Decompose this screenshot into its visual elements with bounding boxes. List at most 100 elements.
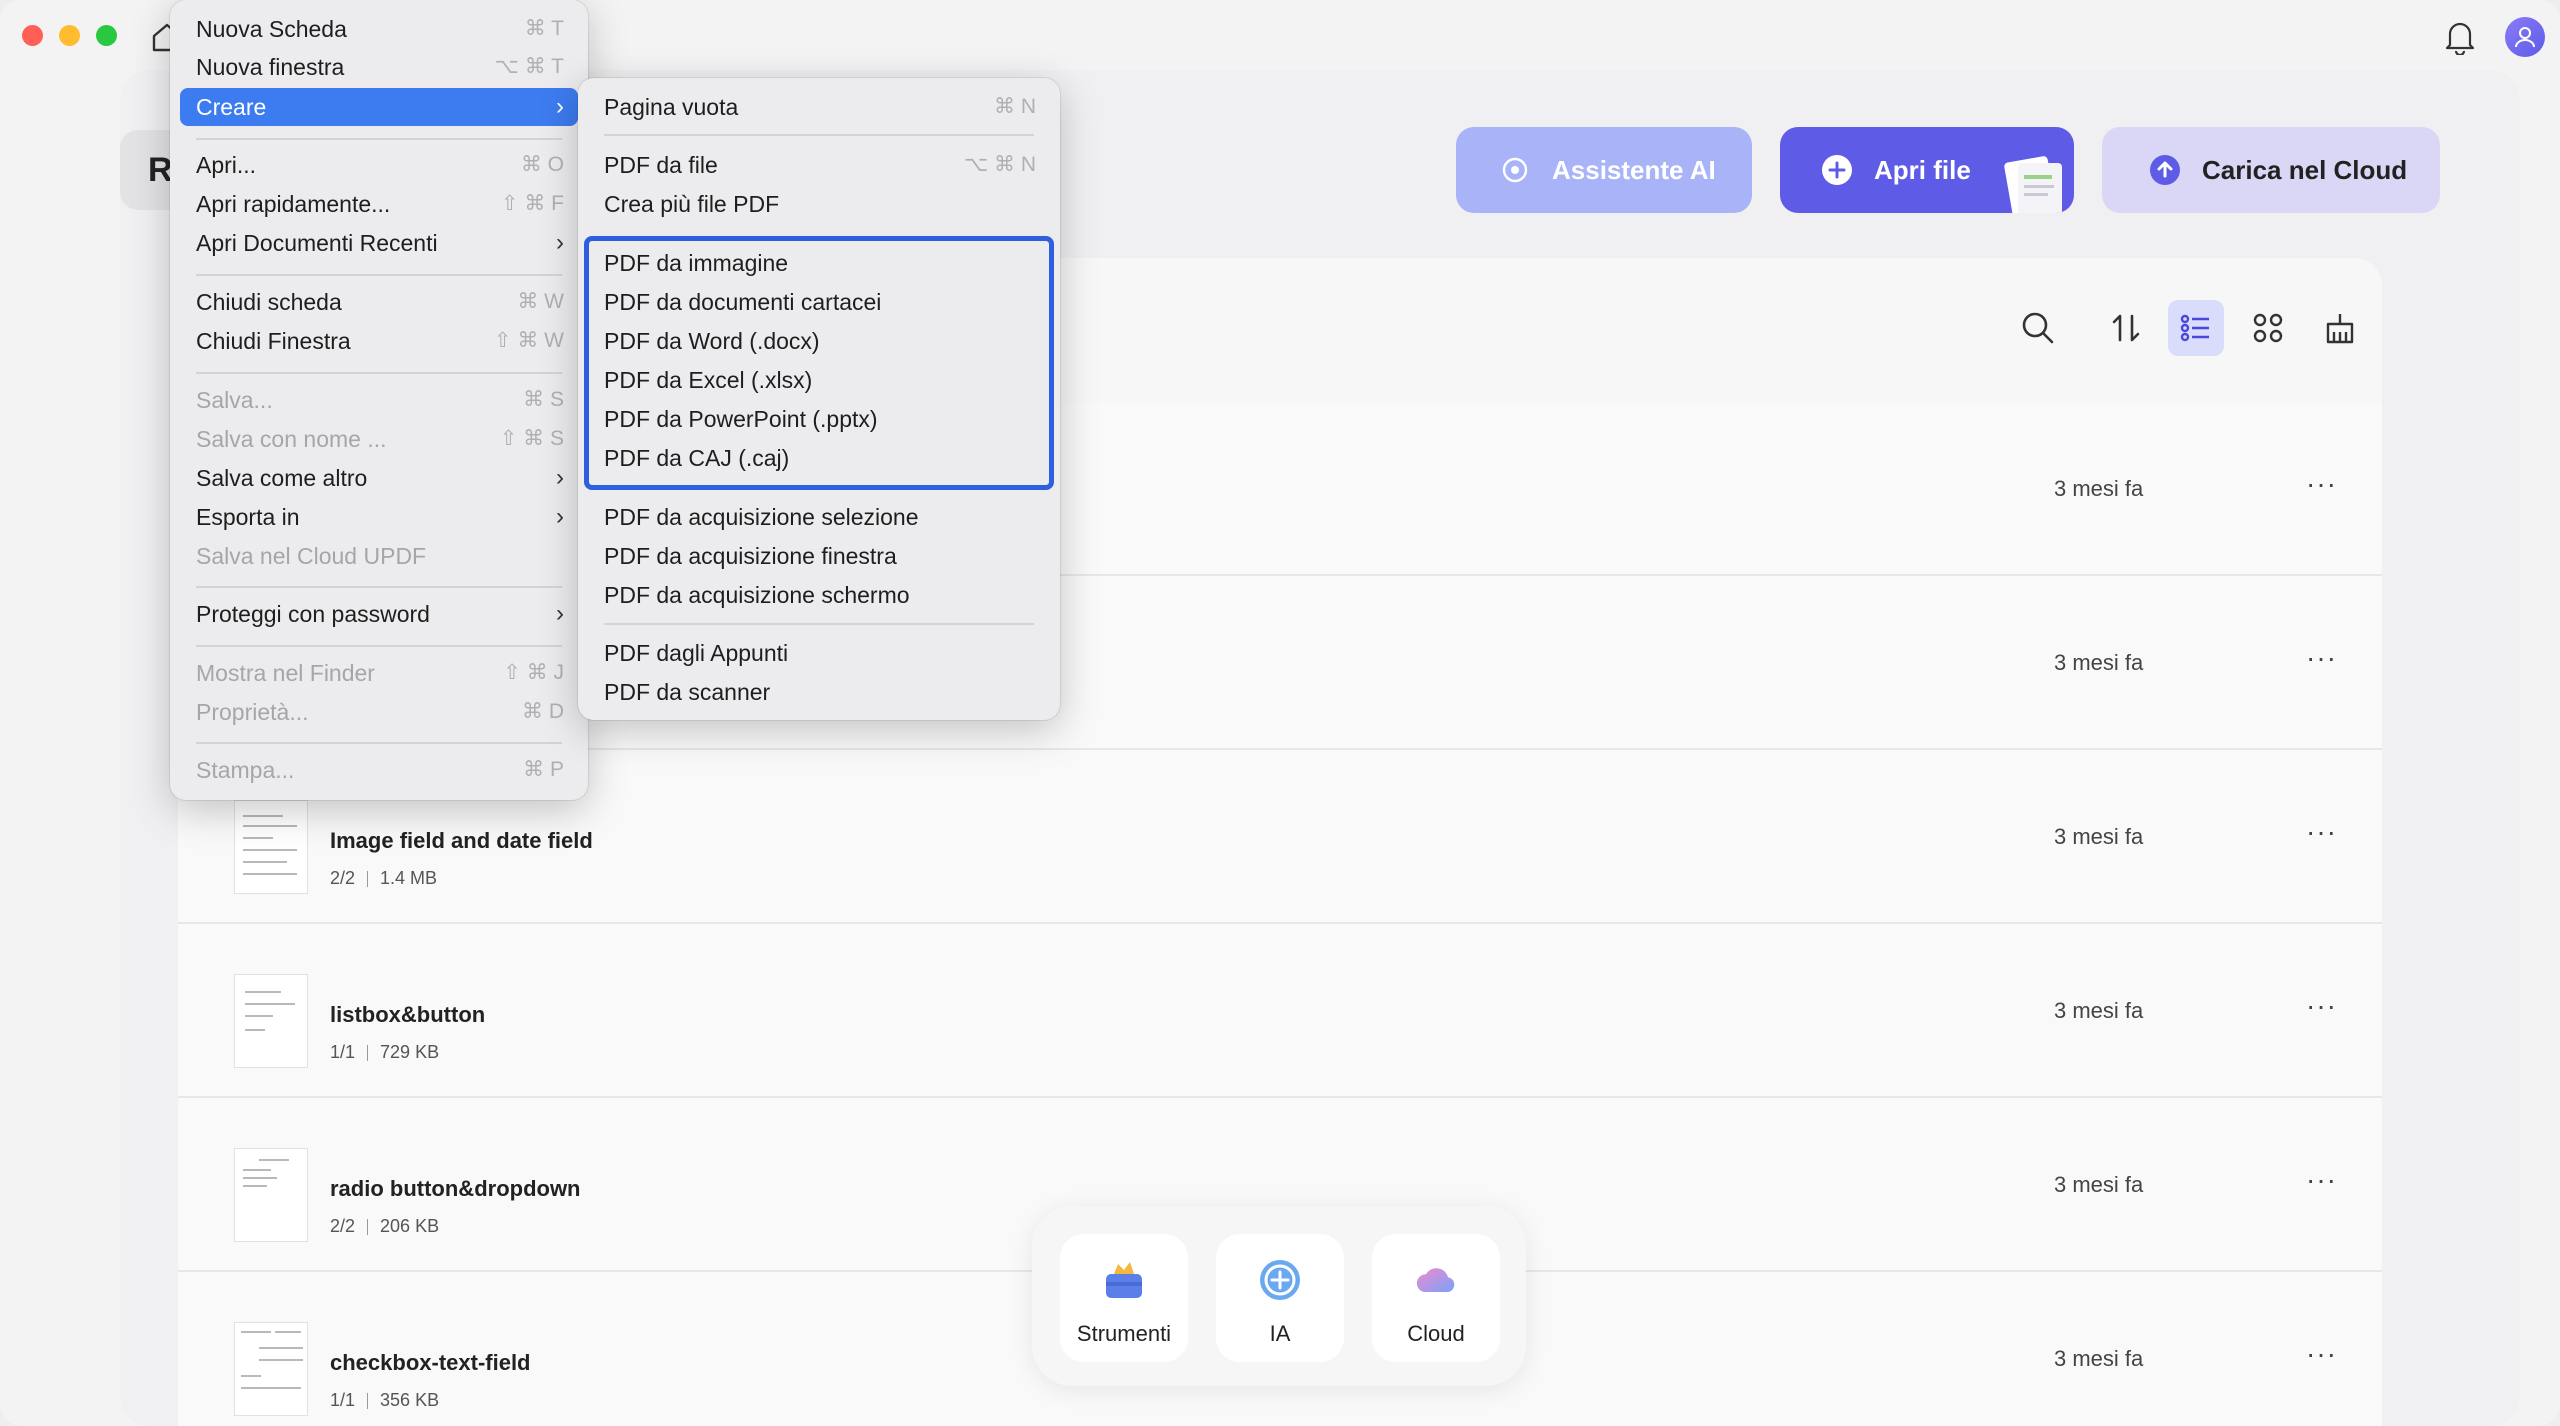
menu-separator (196, 274, 562, 276)
upload-cloud-label: Carica nel Cloud (2202, 154, 2408, 185)
sort-icon (2112, 314, 2140, 342)
menu-separator (196, 645, 562, 647)
menu-item-pdf-from-image[interactable]: PDF da immagine (588, 244, 1050, 282)
dock-tools-button[interactable]: Strumenti (1060, 1234, 1188, 1362)
menu-item-create-multiple[interactable]: Crea più file PDF (588, 185, 1050, 223)
avatar[interactable] (2505, 17, 2545, 57)
ai-assistant-label: Assistente AI (1552, 154, 1716, 185)
file-menu: Nuova Scheda ⌘ T Nuova finestra ⌥ ⌘ T Crea… (170, 0, 588, 800)
grid-view-button[interactable] (2240, 300, 2296, 356)
upload-cloud-button[interactable]: Carica nel Cloud (2102, 127, 2440, 213)
file-date: 3 mesi fa (2054, 1172, 2144, 1197)
menu-shortcut: ⌘ T (524, 17, 564, 40)
file-name: checkbox-text-field (330, 1350, 531, 1375)
ai-icon (1500, 155, 1530, 185)
minimize-window-button[interactable] (59, 25, 80, 46)
zoom-window-button[interactable] (96, 25, 117, 46)
ai-assistant-button[interactable]: Assistente AI (1456, 127, 1752, 213)
file-date: 3 mesi fa (2054, 824, 2144, 849)
file-pages: 2/2 (330, 1216, 356, 1236)
menu-label: PDF da acquisizione schermo (604, 582, 910, 608)
menu-item-save[interactable]: Salva... ⌘ S (180, 381, 578, 419)
more-options-icon[interactable]: ··· (2306, 642, 2337, 674)
menu-item-new-window[interactable]: Nuova finestra ⌥ ⌘ T (180, 48, 578, 86)
menu-item-quick-open[interactable]: Apri rapidamente... ⇧ ⌘ F (180, 185, 578, 223)
menu-item-open-recent[interactable]: Apri Documenti Recenti › (180, 224, 578, 262)
menu-shortcut: ⌘ S (523, 388, 564, 411)
sort-button[interactable] (2098, 300, 2154, 356)
menu-item-blank-page[interactable]: Pagina vuota ⌘ N (588, 88, 1050, 126)
toolbox-icon (1106, 1262, 1142, 1298)
file-name: radio button&dropdown (330, 1176, 581, 1201)
menu-item-show-finder[interactable]: Mostra nel Finder ⇧ ⌘ J (180, 654, 578, 692)
file-date: 3 mesi fa (2054, 650, 2144, 675)
more-options-icon[interactable]: ··· (2306, 816, 2337, 848)
menu-label: Chiudi scheda (196, 289, 342, 315)
menu-item-capture-window[interactable]: PDF da acquisizione finestra (588, 537, 1050, 575)
menu-item-pdf-from-paper[interactable]: PDF da documenti cartacei (588, 283, 1050, 321)
menu-label: Salva con nome ... (196, 426, 387, 452)
menu-label: Creare (196, 94, 267, 120)
dock-cloud-button[interactable]: Cloud (1372, 1234, 1500, 1362)
file-date: 3 mesi fa (2054, 998, 2144, 1023)
menu-item-properties[interactable]: Proprietà... ⌘ D (180, 693, 578, 731)
menu-shortcut: ⌘ P (523, 758, 564, 781)
grid-view-icon (2253, 313, 2283, 343)
search-button[interactable] (2010, 300, 2066, 356)
dock-ai-button[interactable]: IA (1216, 1234, 1344, 1362)
menu-shortcut: ⇧ ⌘ J (503, 661, 564, 684)
menu-shortcut: ⌥ ⌘ N (963, 153, 1036, 176)
menu-label: PDF da acquisizione finestra (604, 543, 897, 569)
more-options-icon[interactable]: ··· (2306, 1338, 2337, 1370)
menu-item-save-other[interactable]: Salva come altro › (180, 459, 578, 497)
menu-item-save-as[interactable]: Salva con nome ... ⇧ ⌘ S (180, 420, 578, 458)
menu-item-open[interactable]: Apri... ⌘ O (180, 146, 578, 184)
menu-item-save-cloud[interactable]: Salva nel Cloud UPDF (180, 537, 578, 575)
broom-icon (2326, 314, 2354, 344)
menu-separator (604, 134, 1034, 136)
menu-item-pdf-from-word[interactable]: PDF da Word (.docx) (588, 322, 1050, 360)
bell-icon[interactable] (2443, 19, 2477, 55)
menu-label: Apri... (196, 152, 257, 178)
more-options-icon[interactable]: ··· (2306, 468, 2337, 500)
menu-item-export[interactable]: Esporta in › (180, 498, 578, 536)
menu-item-pdf-from-caj[interactable]: PDF da CAJ (.caj) (588, 439, 1050, 477)
file-meta: 1/1 356 KB (330, 1390, 439, 1411)
menu-label: Crea più file PDF (604, 191, 780, 217)
menu-shortcut: ⌘ W (517, 290, 564, 313)
file-size: 1.4 MB (380, 868, 438, 888)
menu-item-close-tab[interactable]: Chiudi scheda ⌘ W (180, 283, 578, 321)
close-window-button[interactable] (22, 25, 43, 46)
more-options-icon[interactable]: ··· (2306, 1164, 2337, 1196)
menu-label: PDF da scanner (604, 679, 771, 705)
menu-item-pdf-from-powerpoint[interactable]: PDF da PowerPoint (.pptx) (588, 400, 1050, 438)
open-file-button[interactable]: Apri file (1780, 127, 2074, 213)
menu-label: Nuova Scheda (196, 16, 347, 42)
file-date: 3 mesi fa (2054, 1346, 2144, 1371)
menu-item-new-tab[interactable]: Nuova Scheda ⌘ T (180, 10, 578, 48)
menu-item-from-clipboard[interactable]: PDF dagli Appunti (588, 634, 1050, 672)
list-view-button[interactable] (2168, 300, 2224, 356)
menu-item-print[interactable]: Stampa... ⌘ P (180, 751, 578, 789)
file-name: listbox&button (330, 1002, 486, 1027)
clean-button[interactable] (2312, 300, 2368, 356)
menu-item-protect-password[interactable]: Proteggi con password › (180, 595, 578, 633)
menu-label: Proprietà... (196, 699, 309, 725)
menu-label: Stampa... (196, 757, 295, 783)
recent-tab-label: R (148, 150, 173, 189)
menu-item-capture-selection[interactable]: PDF da acquisizione selezione (588, 498, 1050, 536)
menu-label: Apri Documenti Recenti (196, 230, 438, 256)
menu-label: Nuova finestra (196, 54, 345, 80)
menu-item-close-window[interactable]: Chiudi Finestra ⇧ ⌘ W (180, 322, 578, 360)
table-row[interactable]: listbox&button 1/1 729 KB 3 mesi fa ··· (178, 924, 2382, 1098)
ai-icon (1260, 1260, 1300, 1300)
file-date: 3 mesi fa (2054, 476, 2144, 501)
menu-item-from-scanner[interactable]: PDF da scanner (588, 673, 1050, 711)
file-thumbnail (234, 1148, 308, 1242)
menu-item-pdf-from-excel[interactable]: PDF da Excel (.xlsx) (588, 361, 1050, 399)
menu-item-pdf-from-file[interactable]: PDF da file ⌥ ⌘ N (588, 146, 1050, 184)
menu-item-capture-screen[interactable]: PDF da acquisizione schermo (588, 576, 1050, 614)
more-options-icon[interactable]: ··· (2306, 990, 2337, 1022)
menu-item-create[interactable]: Creare › (180, 88, 578, 126)
menu-label: PDF da file (604, 152, 718, 178)
